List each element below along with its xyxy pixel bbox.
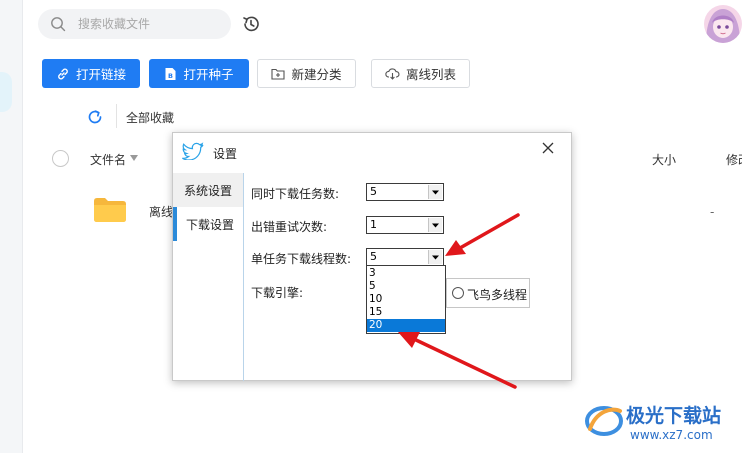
chevron-down-icon[interactable] bbox=[428, 250, 442, 264]
concurrent-tasks-select[interactable]: 5 bbox=[366, 183, 444, 201]
cloud-download-icon bbox=[385, 68, 400, 80]
chevron-down-icon[interactable] bbox=[428, 185, 442, 199]
search-box[interactable] bbox=[38, 9, 231, 39]
concurrent-tasks-label: 同时下载任务数: bbox=[251, 187, 340, 201]
file-size: - bbox=[710, 205, 715, 219]
new-category-label: 新建分类 bbox=[291, 67, 342, 82]
column-header-modified[interactable]: 修改 bbox=[726, 151, 742, 168]
close-icon[interactable] bbox=[538, 138, 558, 158]
settings-nav: 系统设置 下载设置 bbox=[173, 173, 244, 381]
file-name[interactable]: 离线 bbox=[149, 203, 173, 220]
left-sidebar-active-tab[interactable] bbox=[0, 72, 12, 112]
threads-per-task-label: 单任务下载线程数: bbox=[251, 252, 352, 266]
dropdown-option[interactable]: 3 bbox=[367, 267, 445, 280]
avatar-image bbox=[704, 5, 742, 43]
watermark-url: www.xz7.com bbox=[630, 428, 713, 442]
open-link-button[interactable]: 打开链接 bbox=[42, 59, 140, 88]
breadcrumb-all-favorites[interactable]: 全部收藏 bbox=[126, 109, 174, 126]
svg-text:B: B bbox=[169, 72, 174, 80]
select-all-checkbox[interactable] bbox=[52, 150, 69, 167]
concurrent-tasks-value: 5 bbox=[370, 185, 377, 198]
dropdown-option[interactable]: 5 bbox=[367, 280, 445, 293]
threads-dropdown-list: 3 5 10 15 20 bbox=[366, 265, 446, 334]
dropdown-option[interactable]: 10 bbox=[367, 293, 445, 306]
retry-count-value: 1 bbox=[370, 218, 377, 231]
threads-per-task-value: 5 bbox=[370, 250, 377, 263]
open-link-label: 打开链接 bbox=[75, 67, 126, 82]
left-sidebar bbox=[0, 0, 23, 453]
column-header-size[interactable]: 大小 bbox=[652, 151, 676, 168]
column-header-file-name[interactable]: 文件名 bbox=[90, 151, 126, 168]
download-engine-label: 下载引擎: bbox=[251, 286, 304, 300]
chevron-down-icon[interactable] bbox=[428, 218, 442, 232]
open-seed-button[interactable]: B 打开种子 bbox=[149, 59, 249, 88]
engine-radio[interactable] bbox=[452, 287, 464, 299]
retry-count-label: 出错重试次数: bbox=[251, 220, 328, 234]
nav-system-settings[interactable]: 系统设置 bbox=[173, 173, 243, 207]
threads-per-task-select[interactable]: 5 bbox=[366, 248, 444, 266]
folder-icon bbox=[94, 198, 126, 222]
folder-add-icon bbox=[271, 68, 286, 80]
nav-download-settings[interactable]: 下载设置 bbox=[173, 207, 243, 241]
dialog-title: 设置 bbox=[213, 147, 238, 161]
search-icon bbox=[51, 17, 66, 32]
history-icon[interactable] bbox=[241, 14, 261, 34]
breadcrumb-divider bbox=[116, 104, 117, 128]
watermark: 极光下载站 www.xz7.com bbox=[584, 395, 742, 453]
torrent-file-icon: B bbox=[165, 67, 176, 80]
dropdown-option[interactable]: 15 bbox=[367, 306, 445, 319]
offline-list-label: 离线列表 bbox=[405, 67, 456, 82]
new-category-button[interactable]: 新建分类 bbox=[257, 59, 356, 88]
retry-count-select[interactable]: 1 bbox=[366, 216, 444, 234]
open-seed-label: 打开种子 bbox=[183, 67, 234, 82]
search-input[interactable] bbox=[78, 9, 223, 39]
watermark-brand: 极光下载站 bbox=[626, 405, 722, 427]
engine-option-label: 飞鸟多线程 bbox=[467, 288, 528, 302]
settings-dialog: 设置 系统设置 下载设置 同时下载任务数: 5 出错重试次数: 1 单任务下载线… bbox=[172, 132, 572, 381]
avatar[interactable] bbox=[704, 5, 742, 43]
dropdown-option-highlighted[interactable]: 20 bbox=[367, 319, 445, 332]
sort-down-icon[interactable] bbox=[130, 155, 138, 161]
offline-list-button[interactable]: 离线列表 bbox=[371, 59, 470, 88]
engine-option-box[interactable]: 飞鸟多线程 bbox=[446, 278, 530, 308]
refresh-icon[interactable] bbox=[86, 108, 104, 126]
aurora-logo-icon bbox=[585, 406, 623, 436]
link-icon bbox=[58, 68, 68, 79]
bird-logo-icon bbox=[182, 142, 204, 160]
